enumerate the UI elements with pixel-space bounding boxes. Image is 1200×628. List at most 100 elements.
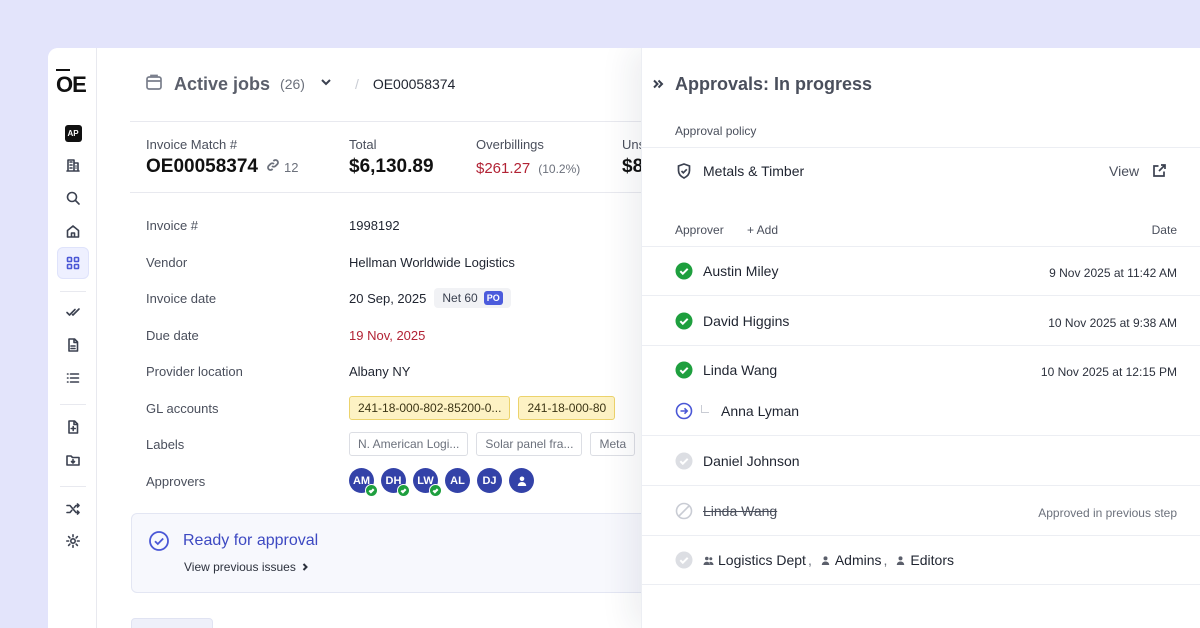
group-chip[interactable]: Editors: [895, 552, 954, 568]
avatar[interactable]: [509, 468, 534, 493]
overbillings-label: Overbillings: [476, 137, 544, 152]
labels-label: Labels: [146, 437, 185, 452]
breadcrumb-separator: /: [354, 76, 359, 92]
approved-check-icon: [675, 312, 693, 330]
divider: [642, 485, 1200, 486]
settings-gear-icon[interactable]: [57, 525, 89, 557]
person-icon: [517, 476, 526, 486]
avatar[interactable]: LW: [413, 468, 442, 497]
overbillings-metric: Overbillings $261.27 (10.2%): [476, 137, 580, 177]
avatar[interactable]: AL: [445, 468, 470, 493]
search-icon[interactable]: [57, 182, 89, 214]
approver-name: Linda Wang: [703, 503, 778, 519]
vendor-label: Vendor: [146, 255, 188, 270]
pending-check-icon: [675, 551, 693, 569]
group-chip[interactable]: Logistics Dept: [703, 552, 806, 568]
gl-accounts-label: GL accounts: [146, 401, 219, 416]
divider: [642, 435, 1200, 436]
total-value: $6,130.89: [349, 156, 434, 177]
separator: ,: [807, 552, 812, 568]
invoice-match-metric: Invoice Match # OE00058374 12: [146, 137, 298, 178]
label-chip[interactable]: Solar panel fra...: [476, 432, 583, 456]
view-previous-issues-link[interactable]: View previous issues: [184, 560, 310, 574]
sidebar: OE AP: [48, 48, 97, 628]
person-icon: [897, 555, 905, 565]
approver-row[interactable]: Linda Wang: [675, 361, 777, 379]
approvers-avatars: AM DH LW AL DJ: [349, 468, 541, 497]
due-date-value: 19 Nov, 2025: [349, 328, 426, 343]
external-link-icon: [1153, 164, 1166, 177]
vendor-value[interactable]: Hellman Worldwide Logistics: [349, 255, 515, 270]
avatar[interactable]: AM: [349, 468, 378, 497]
main-content: Active jobs (26) / OE00058374 Invoice Ma…: [98, 48, 671, 628]
terms-pill: Net 60 PO: [434, 288, 511, 308]
jobs-count: (26): [280, 76, 305, 92]
approver-row[interactable]: David Higgins: [675, 312, 789, 330]
view-policy-button[interactable]: View: [1109, 162, 1168, 179]
document-icon[interactable]: [57, 329, 89, 361]
forward-arrow-icon: [675, 402, 693, 420]
add-approver-button[interactable]: + Add: [747, 223, 778, 237]
gl-account-chip[interactable]: 241-18-000-80: [518, 396, 616, 420]
person-icon: [821, 555, 830, 565]
dashboard-grid-icon[interactable]: [57, 247, 89, 279]
group-icon: [703, 556, 714, 565]
invoice-match-value: OE00058374: [146, 156, 258, 177]
briefcase-icon: [144, 72, 164, 97]
ap-app-icon[interactable]: AP: [57, 117, 89, 149]
approver-row[interactable]: Austin Miley: [675, 262, 778, 280]
approved-check-icon: [365, 484, 378, 497]
folder-download-icon[interactable]: [57, 444, 89, 476]
chevron-right-icon: [302, 563, 308, 571]
invoice-date-row: 20 Sep, 2025 Net 60 PO: [349, 288, 511, 308]
home-icon[interactable]: [57, 215, 89, 247]
building-icon[interactable]: [57, 149, 89, 181]
group-chip[interactable]: Admins: [820, 552, 882, 568]
avatar[interactable]: DJ: [477, 468, 502, 493]
label-chip[interactable]: Meta: [590, 432, 636, 456]
approval-policy-label: Approval policy: [675, 124, 757, 138]
gl-account-chip[interactable]: 241-18-000-802-85200-0...: [349, 396, 511, 420]
divider: [130, 121, 658, 122]
avatar[interactable]: DH: [381, 468, 410, 497]
separator: ,: [883, 552, 888, 568]
divider: [642, 147, 1200, 148]
double-check-icon[interactable]: [57, 296, 89, 328]
group-approver-row[interactable]: Logistics Dept , Admins , Editors: [675, 551, 954, 569]
gl-accounts-list: 241-18-000-802-85200-0... 241-18-000-80: [349, 396, 623, 420]
divider: [642, 246, 1200, 247]
logo[interactable]: OE: [56, 69, 87, 98]
approver-name: Daniel Johnson: [703, 453, 800, 469]
provider-location-label: Provider location: [146, 364, 243, 379]
sidebar-divider: [60, 486, 86, 487]
linked-count: 12: [284, 159, 299, 175]
approver-row[interactable]: Linda Wang: [675, 502, 777, 520]
bottom-button-stub[interactable]: [131, 618, 213, 628]
invoice-number-label: Invoice #: [146, 218, 199, 233]
jobs-title[interactable]: Active jobs: [174, 74, 270, 95]
sidebar-divider: [60, 291, 86, 292]
approver-row[interactable]: Daniel Johnson: [675, 452, 800, 470]
invoice-number-value: 1998192: [349, 218, 400, 233]
chevron-down-icon[interactable]: [305, 75, 333, 94]
file-add-icon[interactable]: [57, 411, 89, 443]
total-label: Total: [349, 137, 377, 152]
delegate-row[interactable]: Anna Lyman: [675, 402, 799, 420]
skipped-icon: [675, 502, 693, 520]
topbar: Active jobs (26) / OE00058374: [144, 72, 455, 96]
divider: [642, 535, 1200, 536]
shuffle-icon[interactable]: [57, 493, 89, 525]
approvals-panel: Approvals: In progress Approval policy M…: [641, 48, 1200, 628]
approved-check-icon: [675, 361, 693, 379]
approval-date: 9 Nov 2025 at 11:42 AM: [1049, 266, 1177, 280]
list-icon[interactable]: [57, 362, 89, 394]
divider: [642, 345, 1200, 346]
label-chip[interactable]: N. American Logi...: [349, 432, 469, 456]
approved-check-icon: [429, 484, 442, 497]
approved-check-icon: [675, 262, 693, 280]
shield-check-icon: [677, 163, 691, 179]
divider: [642, 295, 1200, 296]
terms-value: Net 60: [442, 291, 478, 305]
breadcrumb-current: OE00058374: [372, 76, 456, 92]
link-icon[interactable]: [258, 156, 280, 178]
